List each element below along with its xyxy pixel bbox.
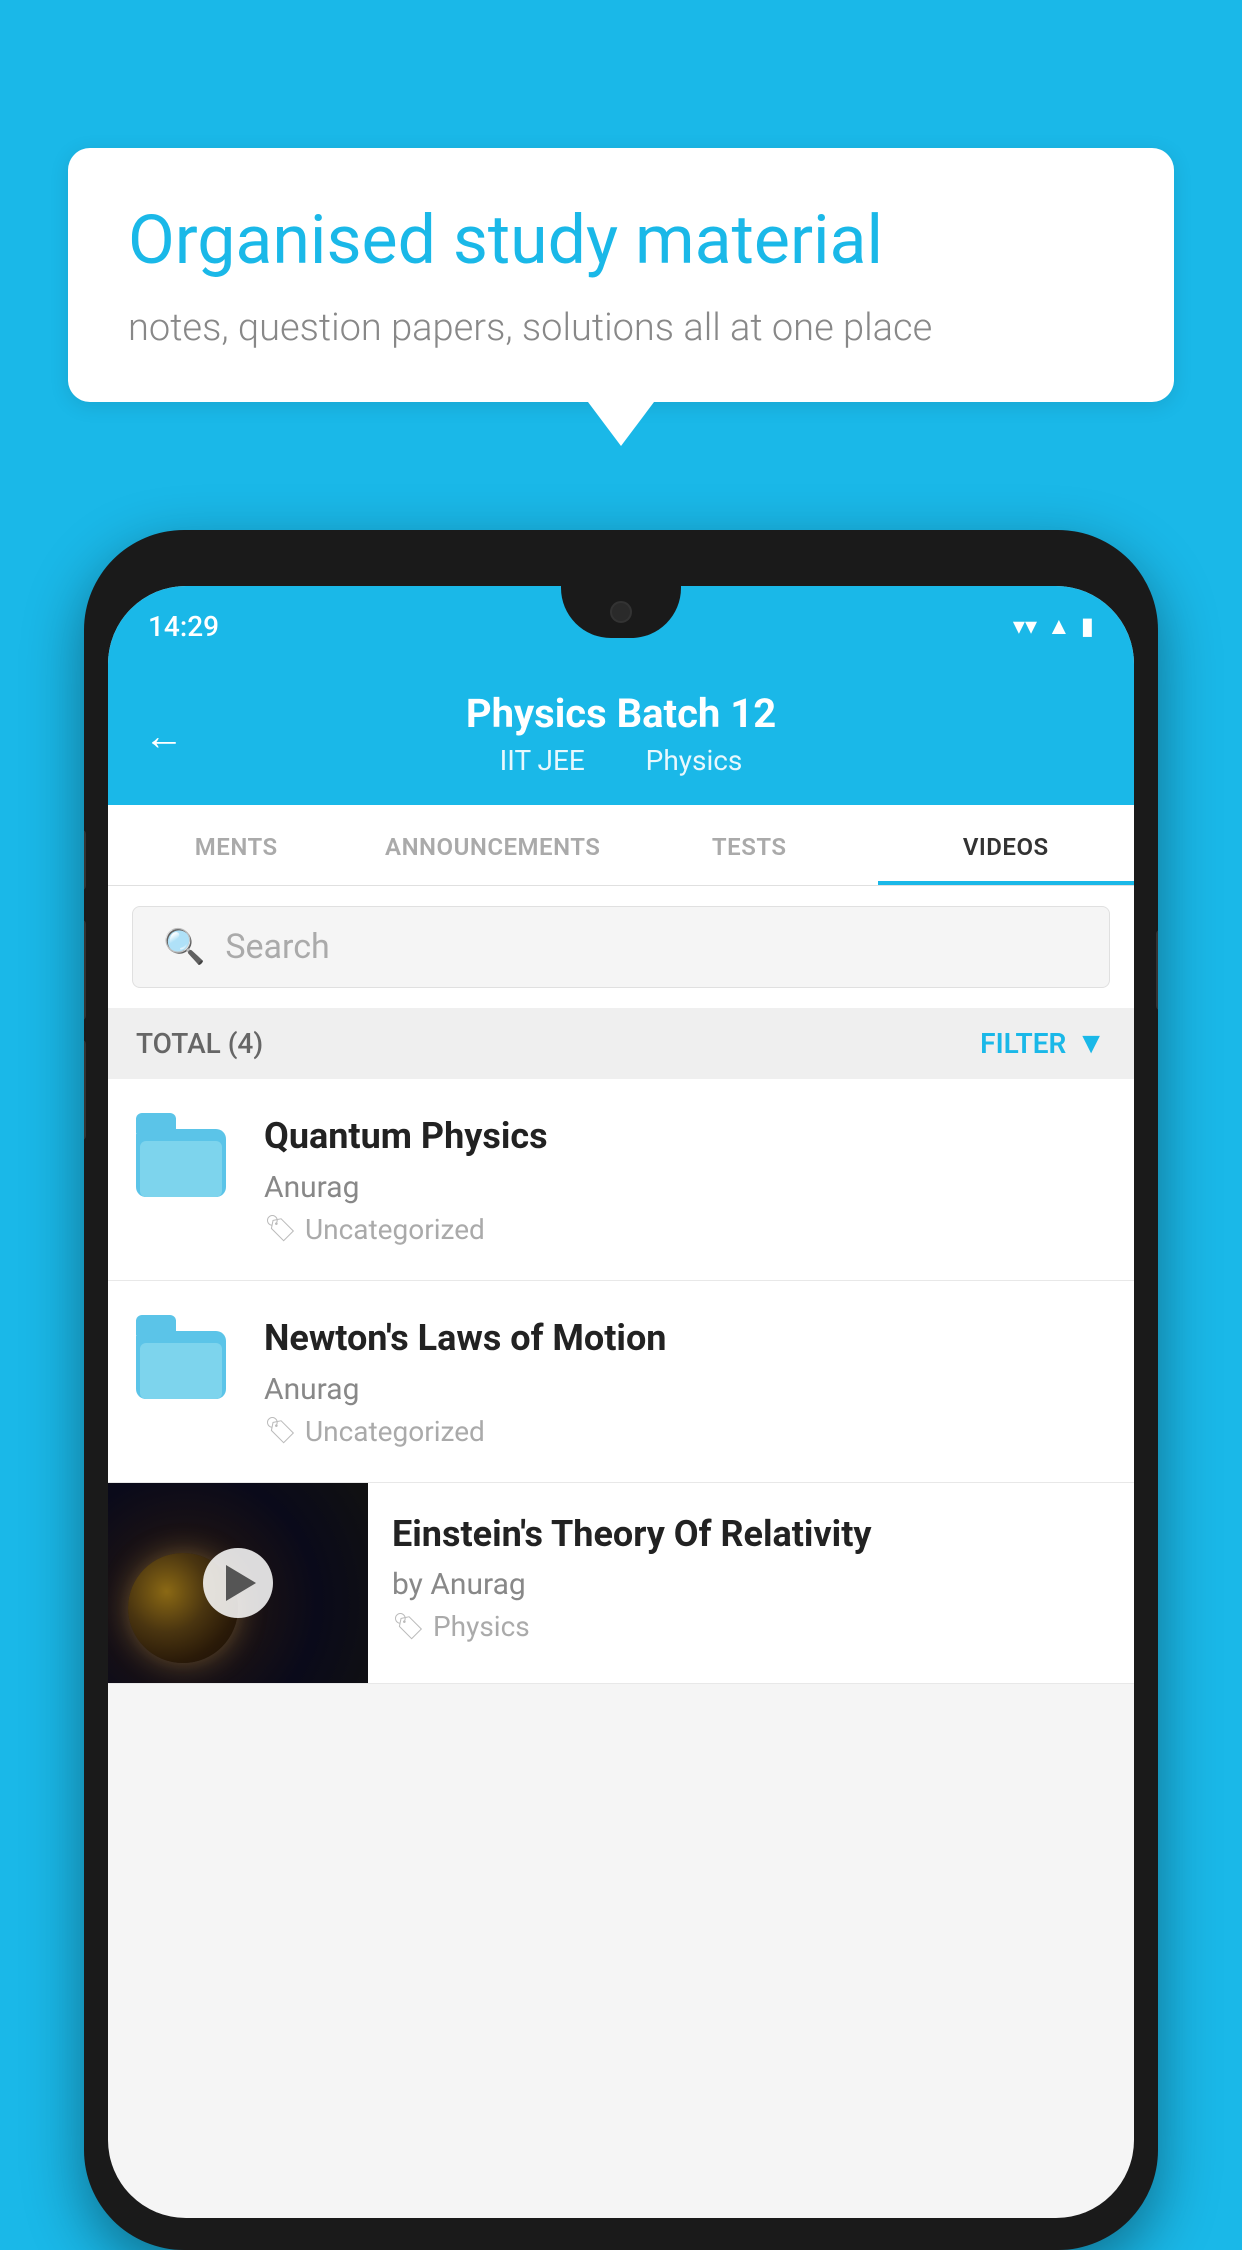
video-tag: 🏷 Physics <box>392 1610 1110 1643</box>
phone-frame: 14:29 ▾▾ ▲ ▮ ← Physics Batch 12 IIT JEE … <box>84 530 1158 2250</box>
subtitle-separator <box>612 744 626 777</box>
subtitle-iitjee: IIT JEE <box>500 744 585 777</box>
video-tag: 🏷 Uncategorized <box>264 1415 1106 1448</box>
battery-icon: ▮ <box>1081 612 1094 640</box>
video-info: Einstein's Theory Of Relativity by Anura… <box>368 1483 1134 1672</box>
wifi-icon: ▾▾ <box>1013 612 1037 640</box>
video-info: Quantum Physics Anurag 🏷 Uncategorized <box>264 1113 1106 1246</box>
tag-icon: 🏷 <box>264 1416 297 1446</box>
tag-icon: 🏷 <box>392 1612 425 1642</box>
bubble-title: Organised study material <box>128 200 1114 282</box>
video-author: Anurag <box>264 1170 1106 1205</box>
folder-front <box>140 1343 222 1399</box>
tab-videos[interactable]: VIDEOS <box>878 805 1135 885</box>
back-button[interactable]: ← <box>144 712 184 759</box>
tab-ments[interactable]: MENTS <box>108 805 365 885</box>
folder-icon-container <box>136 1315 236 1399</box>
play-button[interactable] <box>203 1548 273 1618</box>
tag-label: Physics <box>433 1610 530 1643</box>
tag-icon: 🏷 <box>264 1214 297 1244</box>
volume-up-button <box>84 920 86 1020</box>
list-item[interactable]: Einstein's Theory Of Relativity by Anura… <box>108 1483 1134 1684</box>
subtitle-physics: Physics <box>646 744 743 777</box>
filter-label: FILTER <box>980 1027 1066 1060</box>
search-icon: 🔍 <box>163 927 205 967</box>
tag-label: Uncategorized <box>305 1213 485 1246</box>
volume-silent-button <box>84 830 86 890</box>
speech-bubble: Organised study material notes, question… <box>68 148 1174 402</box>
video-title: Einstein's Theory Of Relativity <box>392 1511 1110 1558</box>
folder-front <box>140 1141 222 1197</box>
phone-screen: 14:29 ▾▾ ▲ ▮ ← Physics Batch 12 IIT JEE … <box>108 586 1134 2218</box>
status-bar: 14:29 ▾▾ ▲ ▮ <box>108 586 1134 666</box>
filter-funnel-icon: ▼ <box>1076 1026 1106 1061</box>
search-placeholder: Search <box>225 927 329 967</box>
tab-bar: MENTS ANNOUNCEMENTS TESTS VIDEOS <box>108 805 1134 886</box>
signal-icon: ▲ <box>1047 612 1071 641</box>
tag-label: Uncategorized <box>305 1415 485 1448</box>
tab-announcements[interactable]: ANNOUNCEMENTS <box>365 805 622 885</box>
speech-bubble-container: Organised study material notes, question… <box>68 148 1174 402</box>
folder-icon <box>136 1319 226 1399</box>
video-info: Newton's Laws of Motion Anurag 🏷 Uncateg… <box>264 1315 1106 1448</box>
notch <box>561 586 681 638</box>
power-button <box>1156 930 1158 1010</box>
header-subtitle: IIT JEE Physics <box>148 744 1094 777</box>
video-tag: 🏷 Uncategorized <box>264 1213 1106 1246</box>
total-count: TOTAL (4) <box>136 1027 263 1060</box>
search-container: 🔍 Search <box>108 886 1134 1008</box>
video-author: Anurag <box>264 1372 1106 1407</box>
volume-down-button <box>84 1040 86 1140</box>
list-item[interactable]: Newton's Laws of Motion Anurag 🏷 Uncateg… <box>108 1281 1134 1483</box>
app-header: ← Physics Batch 12 IIT JEE Physics <box>108 666 1134 805</box>
filter-bar: TOTAL (4) FILTER ▼ <box>108 1008 1134 1079</box>
search-bar[interactable]: 🔍 Search <box>132 906 1110 988</box>
play-icon <box>226 1565 256 1601</box>
tab-tests[interactable]: TESTS <box>621 805 878 885</box>
folder-icon-container <box>136 1113 236 1197</box>
filter-button[interactable]: FILTER ▼ <box>980 1026 1106 1061</box>
bubble-subtitle: notes, question papers, solutions all at… <box>128 306 1114 350</box>
video-title: Newton's Laws of Motion <box>264 1315 1106 1362</box>
status-time: 14:29 <box>148 610 219 643</box>
video-author: by Anurag <box>392 1567 1110 1602</box>
camera <box>610 601 632 623</box>
folder-icon <box>136 1117 226 1197</box>
status-icons: ▾▾ ▲ ▮ <box>1013 612 1094 641</box>
video-title: Quantum Physics <box>264 1113 1106 1160</box>
video-thumbnail <box>108 1483 368 1683</box>
header-title: Physics Batch 12 <box>148 690 1094 738</box>
video-list: Quantum Physics Anurag 🏷 Uncategorized <box>108 1079 1134 1684</box>
list-item[interactable]: Quantum Physics Anurag 🏷 Uncategorized <box>108 1079 1134 1281</box>
